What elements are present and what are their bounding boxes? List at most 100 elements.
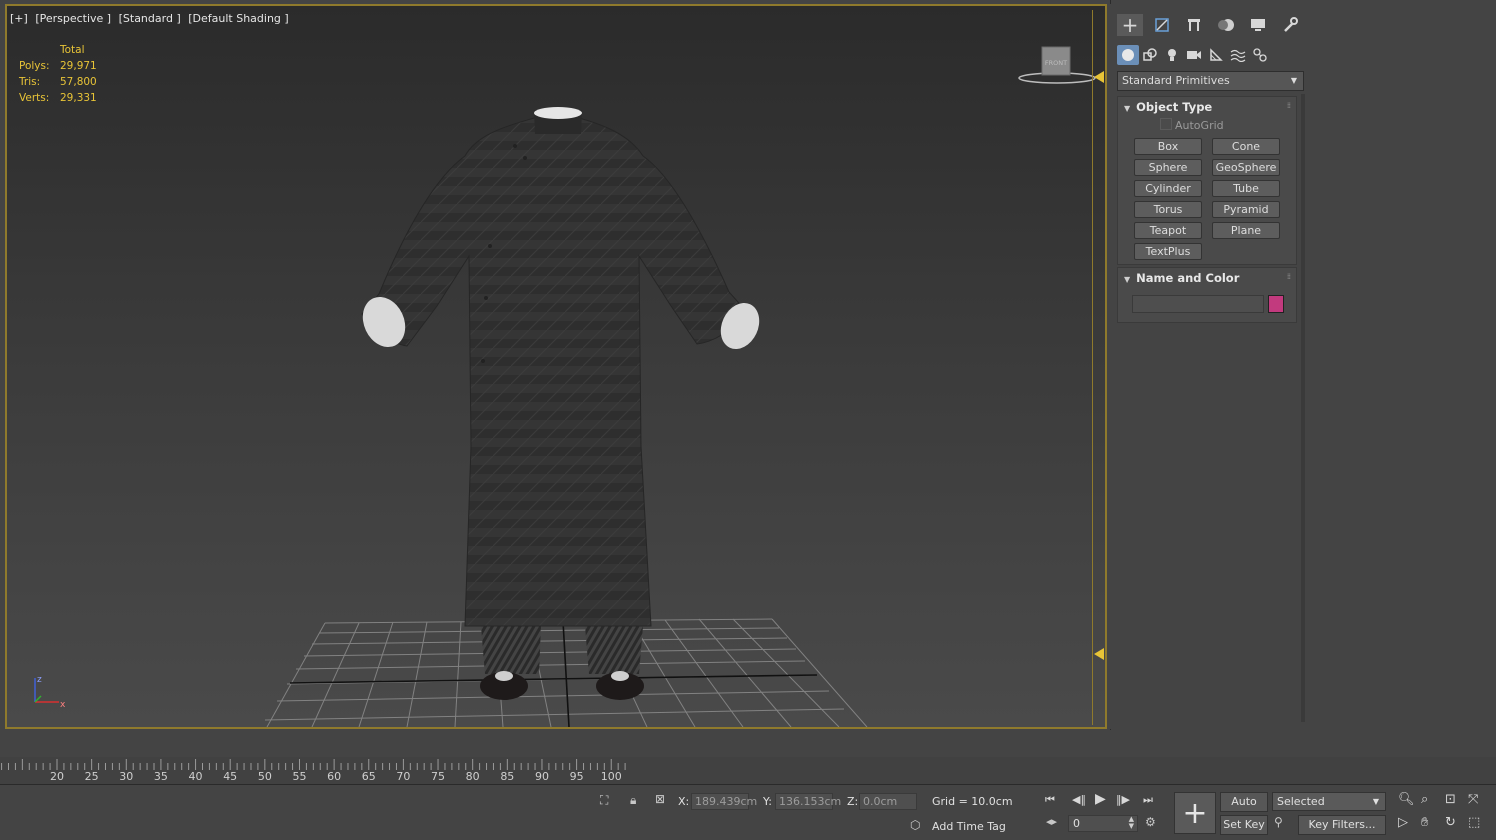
rollout-grip-icon[interactable]: ⁞⁞	[1287, 272, 1291, 281]
viewport-pov-menu[interactable]: [Perspective ]	[35, 12, 111, 25]
chevron-down-icon: ▼	[1290, 76, 1297, 85]
teapot-button[interactable]: Teapot	[1134, 222, 1202, 239]
y-coord-field[interactable]: 136.153cm	[775, 793, 841, 810]
timeline-ruler[interactable]: 20 25 30 35 40 45 50 55 60 65 70 75 80 85 90 95 100	[0, 757, 1496, 785]
x-coord-field[interactable]: 189.439cm	[691, 793, 757, 810]
lights-subtab[interactable]	[1161, 45, 1183, 65]
time-slider-arrows-icon[interactable]: ◂▸	[1046, 815, 1057, 828]
object-name-field[interactable]	[1132, 295, 1264, 313]
key-selection-dropdown[interactable]: Selected ▼	[1272, 792, 1386, 811]
helpers-icon	[1210, 48, 1223, 61]
geosphere-button[interactable]: GeoSphere	[1212, 159, 1280, 176]
viewport-label-menu[interactable]: [+] [Perspective ] [Standard ] [Default …	[10, 12, 293, 25]
current-frame-spinner[interactable]: 0 ▲ ▼	[1068, 815, 1138, 832]
display-icon	[1251, 19, 1265, 31]
spinner-arrows-icon[interactable]: ▲ ▼	[1129, 816, 1134, 830]
utilities-tab[interactable]	[1277, 14, 1303, 36]
auto-key-button[interactable]: Auto Key	[1220, 792, 1268, 826]
helpers-subtab[interactable]	[1205, 45, 1227, 65]
shapes-subtab[interactable]	[1139, 45, 1161, 65]
set-key-button[interactable]: Set Key	[1220, 815, 1268, 835]
stats-row-polys: Polys: 29,971	[19, 58, 97, 74]
play-icon[interactable]: ▶	[1095, 791, 1106, 807]
object-color-swatch[interactable]	[1268, 295, 1284, 313]
object-type-rollout-header[interactable]: ▼ Object Type	[1124, 100, 1212, 114]
tube-button[interactable]: Tube	[1212, 180, 1280, 197]
ruler-tick-label: 20	[50, 770, 64, 783]
motion-tab[interactable]	[1213, 14, 1239, 36]
zoom-all-icon[interactable]: ⌕	[1421, 792, 1428, 807]
zoom-icon[interactable]: 🔍︎	[1398, 792, 1415, 807]
z-coord-field[interactable]: 0.0cm	[859, 793, 917, 810]
set-keys-button[interactable]: +	[1174, 792, 1216, 834]
panel-scrollbar[interactable]	[1301, 94, 1305, 722]
object-type-title: Object Type	[1136, 100, 1213, 114]
lock-icon[interactable]: 🔒︎	[630, 793, 636, 808]
orbit-icon[interactable]: ↻	[1445, 815, 1456, 830]
cone-button[interactable]: Cone	[1212, 138, 1280, 155]
systems-subtab[interactable]	[1249, 45, 1271, 65]
safe-frame-line	[1092, 10, 1093, 725]
display-tab[interactable]	[1245, 14, 1271, 36]
category-dropdown[interactable]: Standard Primitives ▼	[1117, 71, 1304, 91]
zoom-extents-icon[interactable]: ⊡	[1445, 792, 1456, 807]
cylinder-button[interactable]: Cylinder	[1134, 180, 1202, 197]
sphere-button[interactable]: Sphere	[1134, 159, 1202, 176]
rollout-grip-icon[interactable]: ⁞⁞	[1287, 101, 1291, 110]
viewport-standard-menu[interactable]: [Standard ]	[119, 12, 181, 25]
plane-button[interactable]: Plane	[1212, 222, 1280, 239]
ruler-tick-label: 35	[153, 770, 168, 783]
key-mode-icon[interactable]: ⚲	[1274, 815, 1283, 829]
stats-label: Polys:	[19, 60, 50, 72]
name-and-color-rollout-header[interactable]: ▼ Name and Color	[1124, 271, 1239, 285]
stats-value: 29,971	[60, 60, 97, 72]
add-time-tag[interactable]: Add Time Tag	[932, 820, 1006, 833]
maximize-viewport-icon[interactable]: ⬚	[1468, 815, 1480, 830]
space-warps-subtab[interactable]	[1227, 45, 1249, 65]
previous-frame-icon[interactable]: ◀‖	[1072, 793, 1086, 806]
viewport-shading-menu[interactable]: [Default Shading ]	[188, 12, 288, 25]
utilities-icon	[1284, 17, 1298, 32]
go-to-start-icon[interactable]: ⏮	[1045, 793, 1055, 807]
torus-button[interactable]: Torus	[1134, 201, 1202, 218]
absolute-mode-icon[interactable]: ⊠	[655, 792, 665, 806]
cameras-icon	[1187, 51, 1201, 59]
viewcube[interactable]: FRONT	[1017, 44, 1097, 90]
pan-hand-icon[interactable]: ✋︎	[1421, 815, 1428, 830]
geometry-subtab[interactable]	[1117, 45, 1139, 65]
next-frame-icon[interactable]: ‖▶	[1116, 793, 1130, 806]
isolate-selection-icon[interactable]: ⛶	[600, 793, 608, 808]
stats-value: 29,331	[60, 92, 97, 104]
z-coord-label: Z:	[847, 795, 859, 808]
modify-tab[interactable]	[1149, 14, 1175, 36]
ruler-tick-label: 60	[327, 770, 342, 783]
collapse-triangle-icon: ▼	[1124, 275, 1131, 284]
ruler-tick-label: 90	[534, 770, 549, 783]
ruler-tick-label: 65	[361, 770, 376, 783]
zoom-extents-all-icon[interactable]: ⤧	[1468, 792, 1478, 807]
shapes-icon	[1143, 48, 1157, 61]
create-icon: +	[1121, 13, 1139, 37]
autogrid-checkbox[interactable]: AutoGrid	[1160, 118, 1224, 132]
viewport-plus-menu[interactable]: [+]	[10, 12, 28, 25]
box-button[interactable]: Box	[1134, 138, 1202, 155]
cameras-subtab[interactable]	[1183, 45, 1205, 65]
viewcube-face-label: FRONT	[1045, 59, 1067, 67]
ruler-tick-label: 100	[600, 770, 622, 783]
robe-model[interactable]	[7, 6, 1105, 727]
field-of-view-icon[interactable]: ▷	[1398, 815, 1408, 830]
modify-icon	[1155, 18, 1169, 32]
stats-label: Verts:	[19, 92, 50, 104]
hierarchy-tab[interactable]	[1181, 14, 1207, 36]
key-selection-value: Selected	[1277, 795, 1325, 808]
axis-tripod: z x	[34, 675, 66, 710]
create-tab[interactable]: +	[1117, 14, 1143, 36]
textplus-button[interactable]: TextPlus	[1134, 243, 1202, 260]
pyramid-button[interactable]: Pyramid	[1212, 201, 1280, 218]
time-configuration-icon[interactable]: ⚙	[1145, 815, 1156, 829]
stats-header: Total	[60, 44, 85, 56]
key-filters-button[interactable]: Key Filters...	[1298, 815, 1386, 835]
ruler-tick-label: 55	[292, 770, 307, 783]
go-to-end-icon[interactable]: ⏭	[1143, 793, 1153, 807]
perspective-viewport[interactable]: [+] [Perspective ] [Standard ] [Default …	[5, 4, 1107, 729]
